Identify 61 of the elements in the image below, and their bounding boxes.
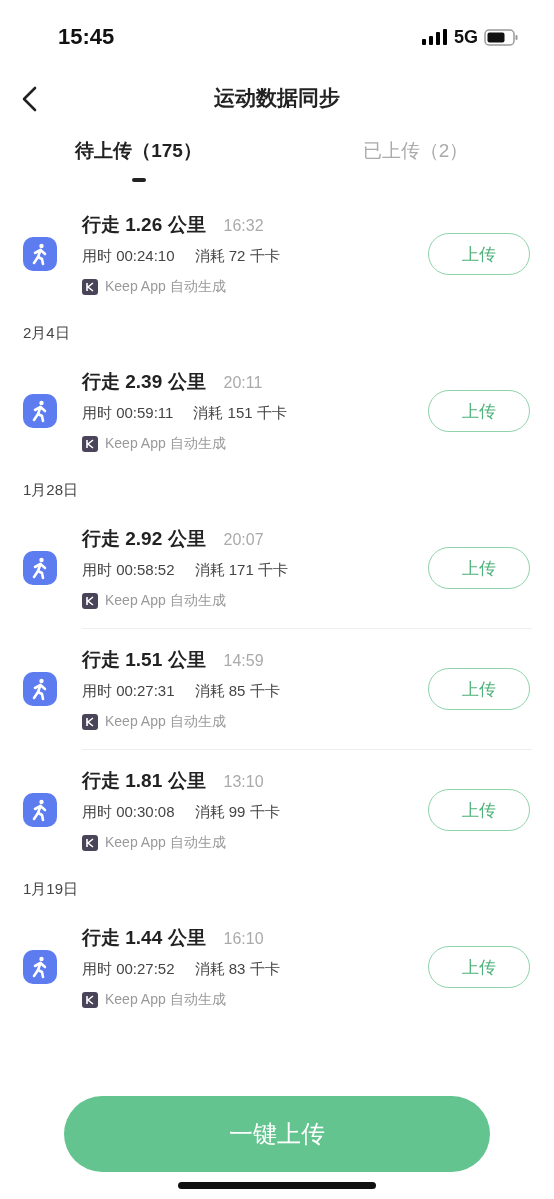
walking-icon (23, 551, 57, 585)
calories-label: 消耗 99 千卡 (194, 803, 280, 822)
source-label: Keep App 自动生成 (105, 991, 226, 1009)
tab[interactable]: 已上传（2） (277, 138, 554, 194)
walking-icon (23, 672, 57, 706)
back-icon[interactable] (20, 86, 38, 112)
keep-logo-icon (82, 835, 98, 851)
date-header: 1月19日 (23, 880, 79, 897)
walking-icon (23, 793, 57, 827)
keep-logo-icon (82, 714, 98, 730)
calories-label: 消耗 85 千卡 (194, 682, 280, 701)
calories-label: 消耗 171 千卡 (194, 561, 288, 580)
network-label: 5G (454, 26, 478, 48)
upload-button[interactable]: 上传 (428, 789, 530, 831)
record-time: 20:11 (223, 374, 263, 392)
source-label: Keep App 自动生成 (105, 592, 226, 610)
keep-logo-icon (82, 992, 98, 1008)
record-time: 16:32 (223, 217, 264, 235)
upload-button[interactable]: 上传 (428, 946, 530, 988)
keep-logo-icon (82, 593, 98, 609)
walking-icon (23, 237, 57, 271)
calories-label: 消耗 72 千卡 (194, 247, 280, 266)
calories-label: 消耗 151 千卡 (193, 404, 287, 423)
upload-button[interactable]: 上传 (428, 668, 530, 710)
duration-label: 用时 00:59:11 (82, 404, 174, 423)
record-time: 13:10 (223, 773, 264, 791)
keep-logo-icon (82, 436, 98, 452)
duration-label: 用时 00:27:31 (82, 682, 175, 701)
source-label: Keep App 自动生成 (105, 435, 226, 453)
calories-label: 消耗 83 千卡 (194, 960, 280, 979)
tab-indicator (131, 178, 146, 182)
walking-icon (23, 394, 57, 428)
record-title: 行走 1.44 公里 (82, 926, 206, 950)
record-title: 行走 1.81 公里 (82, 769, 206, 793)
tab[interactable]: 待上传（175） (0, 138, 277, 194)
source-label: Keep App 自动生成 (105, 834, 226, 852)
record-title: 行走 1.51 公里 (82, 648, 206, 672)
source-label: Keep App 自动生成 (105, 713, 226, 731)
signal-icon (422, 29, 448, 45)
walking-icon (23, 950, 57, 984)
duration-label: 用时 00:30:08 (82, 803, 175, 822)
upload-button[interactable]: 上传 (428, 547, 530, 589)
upload-button[interactable]: 上传 (428, 390, 530, 432)
record-title: 行走 2.92 公里 (82, 527, 206, 551)
date-header: 2月4日 (23, 324, 70, 341)
keep-logo-icon (82, 279, 98, 295)
duration-label: 用时 00:58:52 (82, 561, 175, 580)
record-title: 行走 2.39 公里 (82, 370, 206, 394)
duration-label: 用时 00:24:10 (82, 247, 175, 266)
status-time: 15:45 (58, 24, 116, 50)
page-title: 运动数据同步 (214, 85, 340, 111)
record-time: 20:07 (223, 531, 264, 549)
record-time: 16:10 (223, 930, 264, 948)
record-time: 14:59 (223, 652, 264, 670)
upload-all-button[interactable]: 一键上传 (64, 1096, 490, 1172)
record-title: 行走 1.26 公里 (82, 213, 206, 237)
duration-label: 用时 00:27:52 (82, 960, 175, 979)
source-label: Keep App 自动生成 (105, 278, 226, 296)
upload-button[interactable]: 上传 (428, 233, 530, 275)
battery-icon (484, 28, 518, 46)
date-header: 1月28日 (23, 481, 79, 498)
